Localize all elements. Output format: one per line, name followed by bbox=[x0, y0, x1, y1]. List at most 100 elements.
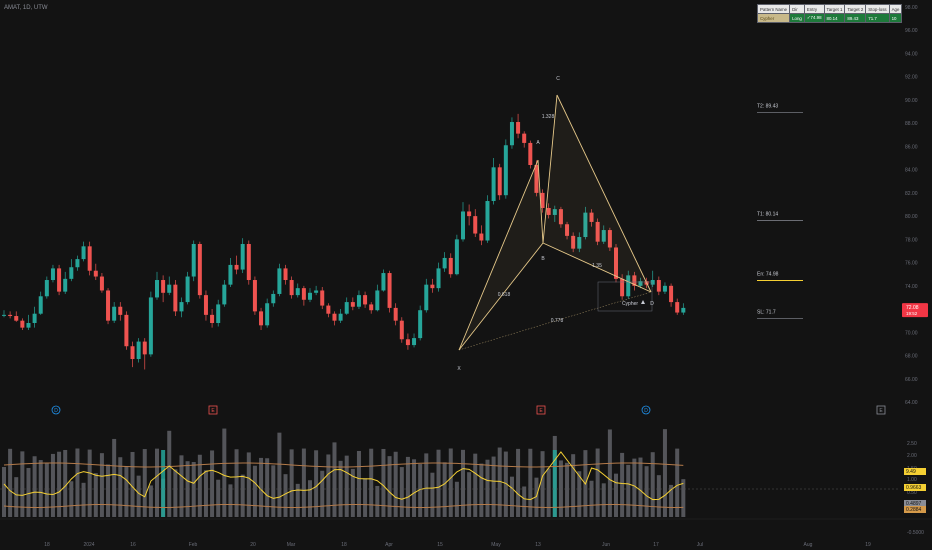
candle-body bbox=[669, 285, 674, 303]
volume-bar bbox=[614, 473, 618, 517]
volume-bar bbox=[148, 485, 153, 517]
price-tick: 94.00 bbox=[905, 51, 918, 57]
price-tick: 84.00 bbox=[905, 168, 918, 174]
volume-bar bbox=[14, 477, 19, 517]
target-levels: T2: 89.43 T1: 80.14 En: 74.98 SL: 71.7 bbox=[757, 104, 803, 319]
candle-body bbox=[93, 270, 98, 277]
candle-body bbox=[203, 295, 208, 315]
oscillator-marker-value: 0.9663 bbox=[906, 485, 922, 491]
candle-body bbox=[228, 264, 233, 285]
volume-bar bbox=[179, 455, 184, 517]
event-marker-label: E bbox=[211, 408, 215, 414]
candle-body bbox=[681, 307, 686, 313]
volume-spike bbox=[161, 450, 166, 517]
candle-body bbox=[118, 306, 123, 315]
symbol-title: AMAT, 1D, UTW bbox=[4, 5, 48, 11]
volume-bar bbox=[467, 472, 472, 517]
candle-body bbox=[387, 273, 392, 308]
col-age: Age bbox=[888, 4, 903, 14]
volume-bar bbox=[87, 449, 92, 517]
level-label-t2: T2: 89.43 bbox=[757, 104, 778, 110]
candle-body bbox=[363, 295, 368, 305]
event-marker-label: E bbox=[539, 408, 543, 414]
candle-body bbox=[8, 314, 13, 317]
candle-body bbox=[424, 284, 429, 311]
pattern-ratio-label: 1.328 bbox=[542, 114, 555, 120]
volume-bar bbox=[228, 484, 233, 517]
col-entry: Entry bbox=[803, 4, 825, 14]
candle-body bbox=[75, 259, 80, 268]
volume-bar bbox=[375, 485, 380, 517]
candle-body bbox=[491, 167, 496, 202]
level-label-t1: T1: 80.14 bbox=[757, 211, 778, 217]
volume-bar bbox=[516, 448, 521, 517]
candle-body bbox=[375, 290, 380, 311]
time-tick: 13 bbox=[535, 542, 541, 548]
volume-bar bbox=[81, 482, 86, 517]
candle-body bbox=[356, 295, 361, 307]
volume-bar bbox=[558, 460, 563, 517]
price-chart[interactable]: X A B C D 1.328 0.618 1.35 0.778 Cypher T2: 89.43… bbox=[0, 0, 932, 550]
volume-bar bbox=[565, 462, 570, 517]
candle-body bbox=[332, 313, 337, 321]
candle-body bbox=[479, 233, 484, 241]
candle-body bbox=[216, 304, 221, 323]
volume-bar bbox=[173, 469, 178, 517]
volume-bar bbox=[69, 481, 74, 517]
volume-bar bbox=[283, 474, 288, 517]
price-tick: 66.00 bbox=[905, 377, 918, 383]
volume-bar bbox=[675, 448, 680, 517]
oscillator-tick: 1.00 bbox=[907, 477, 917, 483]
oscillator-lower-band bbox=[3, 504, 684, 509]
cell-stoploss: 71.7 bbox=[865, 13, 890, 23]
candle-body bbox=[99, 276, 104, 291]
volume-bar bbox=[265, 458, 270, 517]
volume-bar bbox=[155, 448, 159, 517]
volume-bar bbox=[607, 429, 612, 517]
volume-bar bbox=[412, 459, 417, 517]
price-tick: 96.00 bbox=[905, 28, 918, 34]
volume-bar bbox=[479, 463, 484, 517]
cell-age: 10 bbox=[888, 13, 903, 23]
candle-body bbox=[381, 273, 386, 291]
price-badge-countdown: 19:52 bbox=[906, 311, 918, 316]
volume-bar bbox=[571, 454, 576, 517]
volume-bar bbox=[644, 466, 649, 517]
time-tick: 19 bbox=[865, 542, 871, 548]
pattern-ratio-label: 0.778 bbox=[551, 318, 564, 324]
volume-bar bbox=[399, 467, 404, 517]
volume-bar bbox=[620, 452, 625, 517]
col-dir: Dir bbox=[789, 4, 805, 14]
volume-bar bbox=[191, 461, 196, 517]
pattern-point-label: D bbox=[650, 301, 654, 307]
time-tick: Feb bbox=[189, 542, 198, 548]
volume-bar bbox=[454, 481, 459, 517]
volume-bar bbox=[216, 479, 221, 517]
candle-body bbox=[485, 201, 490, 241]
candle-body bbox=[393, 307, 398, 321]
volume-bar bbox=[130, 451, 135, 517]
volume-bar bbox=[595, 448, 600, 517]
candle-body bbox=[528, 142, 533, 165]
volume-bar bbox=[277, 432, 282, 517]
candle-body bbox=[167, 284, 172, 293]
pattern-name-label: Cypher bbox=[622, 301, 638, 307]
candle-body bbox=[442, 257, 447, 269]
volume-bar bbox=[234, 449, 239, 517]
volume-bar bbox=[430, 472, 435, 517]
candle-body bbox=[326, 305, 331, 314]
candle-body bbox=[656, 280, 661, 292]
candle-body bbox=[405, 339, 410, 346]
time-tick: 18 bbox=[341, 542, 347, 548]
candle-body bbox=[124, 314, 129, 347]
candle-body bbox=[148, 297, 153, 355]
price-tick: 64.00 bbox=[905, 400, 918, 406]
candle-body bbox=[662, 285, 667, 292]
volume-bar bbox=[246, 452, 251, 517]
time-tick: Aug bbox=[804, 542, 813, 548]
volume-bar bbox=[681, 479, 686, 517]
candle-body bbox=[320, 290, 325, 306]
candle-body bbox=[338, 313, 343, 321]
volume-bar bbox=[124, 466, 129, 517]
candle-body bbox=[436, 268, 441, 289]
